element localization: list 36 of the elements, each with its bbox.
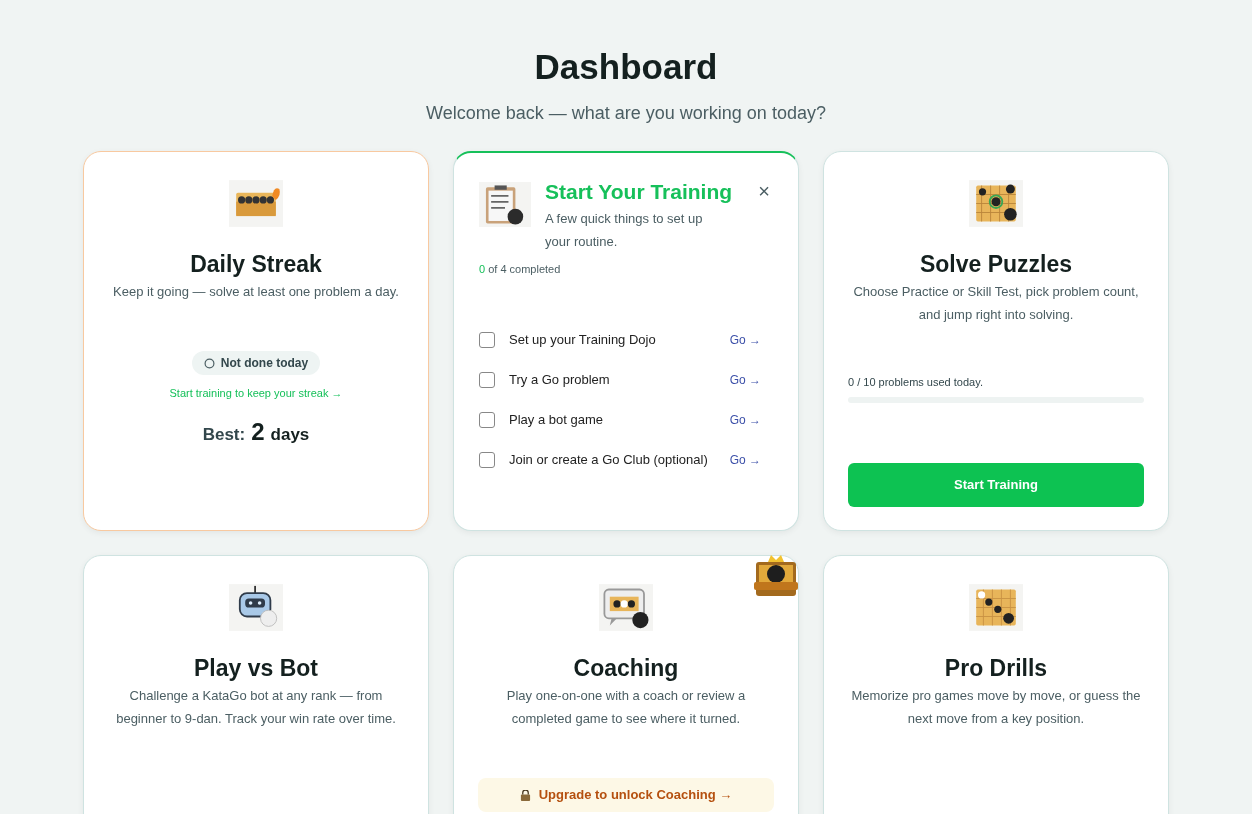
card-description: Keep it going — solve at least one problem a day. [113, 283, 399, 301]
task-label: Join or create a Go Club (optional) [509, 450, 709, 469]
task-label: Play a bot game [509, 410, 604, 429]
go-link[interactable]: Go → [729, 450, 761, 469]
go-link[interactable]: Go → [729, 410, 761, 429]
checkbox[interactable] [479, 371, 495, 388]
checkbox[interactable] [479, 451, 495, 468]
card-description: Memorize pro games move by move, or guess the next move from a key position. [850, 687, 1142, 728]
go-link[interactable]: Go → [729, 370, 761, 389]
card-title: Daily Streak [190, 250, 322, 279]
progress-text: 0 of 4 completed [479, 262, 561, 277]
circle-icon [203, 357, 215, 369]
status-label: Not done today [220, 355, 309, 372]
card-description: Challenge a KataGo bot at any rank — from beginner to 9-dan. Track your win rate over time. [115, 687, 397, 728]
card-description: Choose Practice or Skill Test, pick problem count, and jump right into solving. [852, 283, 1140, 324]
page-subtitle: Welcome back — what are you working on today? [426, 102, 826, 125]
card-description: Play one-on-one with a coach or review a completed game to see where it turned. [505, 687, 747, 728]
best-unit: days [270, 423, 310, 446]
card-title: Start Your Training [545, 179, 733, 205]
checkbox[interactable] [479, 331, 495, 348]
best-value: 2 [251, 416, 265, 447]
task-label: Try a Go problem [509, 370, 611, 389]
page-title: Dashboard [534, 46, 718, 88]
usage-text: 0 / 10 problems used today. [848, 375, 984, 390]
task-label: Set up your Training Dojo [509, 330, 657, 349]
card-title: Pro Drills [944, 654, 1048, 683]
card-title: Play vs Bot [194, 654, 318, 683]
upgrade-link[interactable]: Upgrade to unlock Coaching → [478, 778, 774, 812]
card-title: Solve Puzzles [919, 250, 1073, 279]
best-label: Best: [202, 423, 246, 446]
lock-icon [519, 789, 531, 801]
card-title: Coaching [573, 654, 679, 683]
go-link[interactable]: Go → [729, 330, 761, 349]
checkbox[interactable] [479, 411, 495, 428]
card-subtitle: A few quick things to set up your routine. [545, 210, 704, 251]
close-button[interactable]: × [755, 181, 773, 201]
